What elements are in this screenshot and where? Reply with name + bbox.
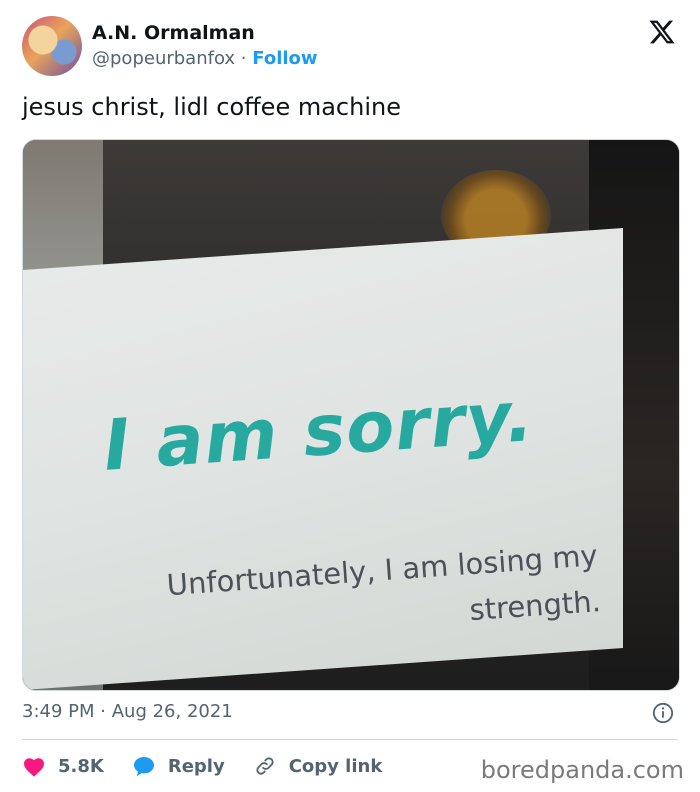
copy-link-button[interactable]: Copy link	[253, 755, 383, 777]
divider	[22, 739, 678, 740]
reply-label: Reply	[167, 755, 225, 777]
tweet-time: 3:49 PM	[22, 701, 95, 722]
author-name[interactable]: A.N. Ormalman	[92, 22, 255, 44]
copy-link-label: Copy link	[288, 755, 383, 777]
avatar[interactable]	[22, 16, 82, 76]
follow-button[interactable]: Follow	[252, 48, 317, 69]
tweet-timestamp[interactable]: 3:49 PM · Aug 26, 2021	[22, 701, 233, 722]
speech-bubble-icon	[133, 757, 154, 776]
like-count: 5.8K	[58, 755, 104, 777]
watermark: boredpanda.com	[480, 756, 684, 784]
tweet-photo[interactable]: I am sorry. Unfortunately, I am losing m…	[22, 139, 680, 691]
author-handle[interactable]: @popeurbanfox	[92, 48, 235, 69]
heart-icon	[24, 758, 44, 777]
tweet-text: jesus christ, lidl coffee machine	[22, 93, 401, 121]
x-logo-icon[interactable]	[648, 18, 676, 46]
timestamp-separator: ·	[100, 701, 106, 722]
reply-button[interactable]: Reply	[132, 755, 225, 777]
like-button[interactable]: 5.8K	[22, 755, 104, 777]
info-icon[interactable]	[652, 702, 674, 724]
author-handle-line: @popeurbanfox · Follow	[92, 48, 318, 69]
link-icon	[256, 757, 274, 775]
handle-separator: ·	[240, 48, 247, 69]
tweet-actions: 5.8K Reply Copy link	[22, 752, 410, 780]
tweet-date: Aug 26, 2021	[111, 701, 233, 722]
